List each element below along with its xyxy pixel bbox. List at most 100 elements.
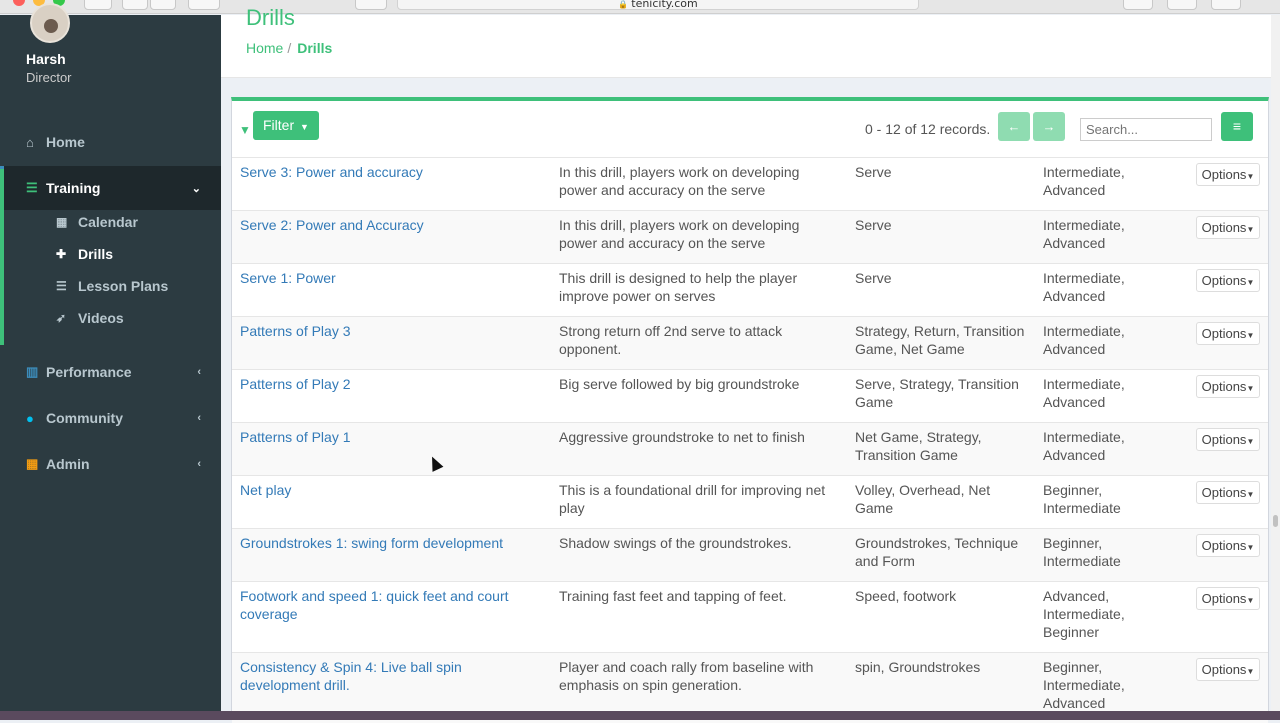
sidebar-item-label: Videos [78, 310, 124, 326]
options-button[interactable]: Options▼ [1196, 375, 1260, 398]
drill-name-link[interactable]: Patterns of Play 2 [240, 375, 540, 393]
drill-tags: Serve [855, 164, 892, 180]
drill-level: Intermediate, Advanced [1043, 217, 1125, 251]
apps-button[interactable] [84, 0, 112, 10]
caret-down-icon: ▼ [1246, 331, 1255, 340]
search-input[interactable] [1080, 118, 1212, 141]
drill-name-link[interactable]: Patterns of Play 3 [240, 322, 540, 340]
drill-description: In this drill, players work on developin… [559, 164, 800, 198]
sidebar-item-calendar[interactable]: ▦ Calendar [56, 210, 138, 234]
options-button[interactable]: Options▼ [1196, 216, 1260, 239]
sidebar-item-label: Admin [46, 456, 90, 472]
drill-name-link[interactable]: Consistency & Spin 4: Live ball spin dev… [240, 658, 540, 694]
breadcrumb-home-link[interactable]: Home [246, 40, 283, 56]
drill-name-link[interactable]: Footwork and speed 1: quick feet and cou… [240, 587, 540, 623]
filter-button[interactable]: Filter ▼ [253, 111, 319, 140]
drill-description: This is a foundational drill for improvi… [559, 482, 826, 516]
drill-name-link[interactable]: Groundstrokes 1: swing form development [240, 534, 540, 552]
options-label: Options [1201, 167, 1247, 182]
drill-level: Intermediate, Advanced [1043, 429, 1125, 463]
sidebar-item-community[interactable]: ● Community ‹ [0, 396, 221, 440]
options-button[interactable]: Options▼ [1196, 534, 1260, 557]
caret-down-icon: ▼ [1246, 490, 1255, 499]
breadcrumb-separator: / [287, 40, 292, 56]
url-text: tenicity.com [631, 0, 698, 10]
drill-name-link[interactable]: Serve 2: Power and Accuracy [240, 216, 540, 234]
options-label: Options [1201, 662, 1247, 677]
table-row: Footwork and speed 1: quick feet and cou… [232, 581, 1268, 652]
drill-tags: Serve [855, 270, 892, 286]
options-label: Options [1201, 485, 1247, 500]
drills-table: Serve 3: Power and accuracy In this drill… [232, 157, 1268, 723]
reader-button[interactable] [355, 0, 387, 10]
sidebar-item-training[interactable]: ☰ Training ⌄ [0, 166, 221, 210]
chevron-down-icon: ⌄ [191, 182, 201, 195]
active-section-indicator [0, 169, 4, 345]
options-label: Options [1201, 591, 1247, 606]
drill-description: Strong return off 2nd serve to attack op… [559, 323, 783, 357]
options-button[interactable]: Options▼ [1196, 587, 1260, 610]
caret-down-icon: ▼ [1246, 437, 1255, 446]
user-name: Harsh [26, 51, 66, 67]
grid-icon: ▦ [26, 456, 39, 471]
options-label: Options [1201, 273, 1247, 288]
breadcrumb-current: Drills [297, 40, 333, 56]
address-bar[interactable]: 🔒 tenicity.com [397, 0, 919, 10]
drill-tags: Net Game, Strategy, Transition Game [855, 429, 982, 463]
drill-level: Advanced, Intermediate, Beginner [1043, 588, 1125, 640]
options-button[interactable]: Options▼ [1196, 658, 1260, 681]
sidebar-item-performance[interactable]: ▥ Performance ‹ [0, 350, 221, 394]
sidebar-item-home[interactable]: ⌂ Home [0, 120, 221, 164]
sidebar-item-admin[interactable]: ▦ Admin ‹ [0, 442, 221, 486]
sidebar-toggle-button[interactable] [188, 0, 220, 10]
drill-name-link[interactable]: Serve 1: Power [240, 269, 540, 287]
sidebar: Harsh Director ⌂ Home ☰ Training ⌄ ▦ Cal… [0, 3, 221, 720]
page-scrollbar[interactable] [1271, 15, 1280, 711]
downloads-button[interactable] [1123, 0, 1153, 10]
forward-button[interactable] [150, 0, 176, 10]
sidebar-item-lesson-plans[interactable]: ☰ Lesson Plans [56, 274, 168, 298]
drill-level: Beginner, Intermediate [1043, 482, 1121, 516]
share-button[interactable] [1167, 0, 1197, 10]
drill-level: Intermediate, Advanced [1043, 376, 1125, 410]
sidebar-item-videos[interactable]: ➶ Videos [56, 306, 124, 330]
drill-tags: Groundstrokes, Technique and Form [855, 535, 1019, 569]
drill-name-link[interactable]: Serve 3: Power and accuracy [240, 163, 540, 181]
drill-description: Aggressive groundstroke to net to finish [559, 429, 805, 445]
next-page-button[interactable]: → [1033, 112, 1065, 141]
sidebar-item-label: Training [46, 180, 101, 196]
list-menu-icon: ≡ [1232, 118, 1242, 134]
back-button[interactable] [122, 0, 148, 10]
scrollbar-thumb[interactable] [1273, 515, 1278, 527]
chevron-left-icon: ‹ [197, 458, 201, 470]
drill-name-link[interactable]: Patterns of Play 1 [240, 428, 540, 446]
table-row: Net play This is a foundational drill for… [232, 475, 1268, 528]
options-button[interactable]: Options▼ [1196, 269, 1260, 292]
previous-page-button[interactable]: ← [998, 112, 1030, 141]
options-label: Options [1201, 220, 1247, 235]
calendar-icon: ▦ [56, 215, 68, 229]
drill-name-link[interactable]: Net play [240, 481, 540, 499]
options-label: Options [1201, 432, 1247, 447]
breadcrumb: Home / Drills [246, 40, 332, 56]
options-button[interactable]: Options▼ [1196, 163, 1260, 186]
caret-down-icon: ▼ [1246, 667, 1255, 676]
chart-icon: ▥ [26, 364, 39, 379]
close-window-icon[interactable] [13, 0, 25, 6]
options-button[interactable]: Options▼ [1196, 481, 1260, 504]
drill-level: Beginner, Intermediate [1043, 535, 1121, 569]
options-button[interactable]: Options▼ [1196, 428, 1260, 451]
chevron-left-icon: ‹ [197, 412, 201, 424]
sidebar-item-drills[interactable]: ✚ Drills [56, 242, 113, 266]
caret-down-icon: ▼ [1246, 278, 1255, 287]
filter-button-label: Filter [263, 117, 295, 133]
table-row: Patterns of Play 2 Big serve followed by … [232, 369, 1268, 422]
menu-button[interactable]: ≡ [1221, 112, 1253, 141]
drill-level: Intermediate, Advanced [1043, 270, 1125, 304]
rocket-icon: ➶ [56, 311, 67, 325]
table-row: Patterns of Play 3 Strong return off 2nd … [232, 316, 1268, 369]
options-button[interactable]: Options▼ [1196, 322, 1260, 345]
drill-description: Big serve followed by big groundstroke [559, 376, 800, 392]
tabs-button[interactable] [1211, 0, 1241, 10]
table-row: Serve 2: Power and Accuracy In this drill… [232, 210, 1268, 263]
